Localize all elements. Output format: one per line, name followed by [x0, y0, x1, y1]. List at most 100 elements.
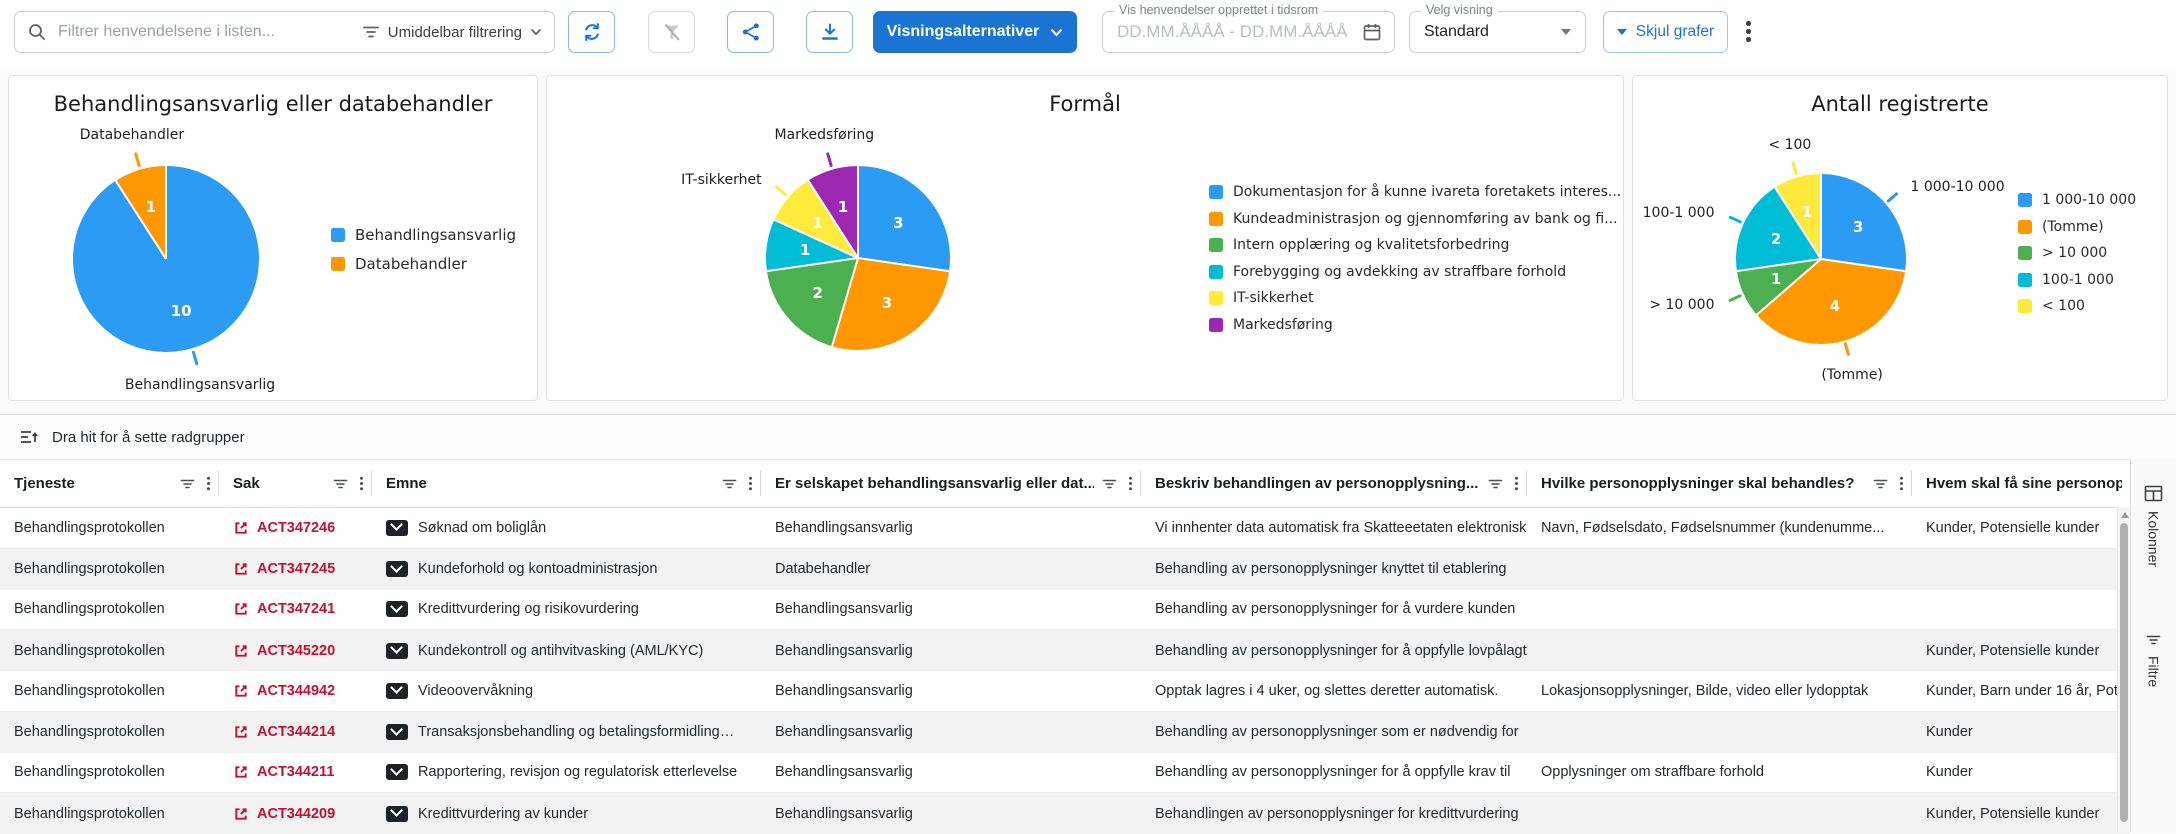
legend-item[interactable]: Forebygging og avdekking av straffbare f…: [1209, 264, 1621, 280]
external-link-icon: [233, 561, 249, 577]
legend-item[interactable]: IT-sikkerhet: [1209, 290, 1621, 306]
legend-item[interactable]: < 100: [2018, 298, 2136, 314]
cell-hvilke: [1527, 793, 1912, 834]
share-icon: [741, 22, 761, 42]
sak-link[interactable]: ACT345220: [233, 643, 335, 659]
legend-swatch: [1209, 185, 1223, 199]
legend-item[interactable]: Dokumentasjon for å kunne ivareta foreta…: [1209, 184, 1621, 200]
cell-beskriv: Behandling av personopplysninger for å o…: [1141, 630, 1527, 671]
column-header-hvilke[interactable]: Hvilke personopplysninger skal behandles…: [1527, 460, 1912, 507]
column-menu-icon[interactable]: [1514, 476, 1519, 491]
column-filter-icon[interactable]: [1873, 477, 1888, 491]
callout-leader-line: [1729, 216, 1742, 224]
legend-label: > 10 000: [2042, 245, 2107, 261]
table-row[interactable]: Behandlingsprotokollen ACT344942 Videoov…: [0, 671, 2130, 712]
column-header-tjeneste[interactable]: Tjeneste: [0, 460, 219, 507]
cell-sak: ACT345220: [219, 630, 372, 671]
choose-view-legend: Velg visning: [1421, 3, 1498, 17]
scrollbar-thumb[interactable]: [2120, 523, 2128, 822]
legend-label: IT-sikkerhet: [1233, 290, 1313, 306]
sidebar-tab-kolonner[interactable]: Kolonner: [2131, 485, 2176, 567]
sak-link[interactable]: ACT344211: [233, 764, 334, 780]
sak-link[interactable]: ACT344209: [233, 806, 335, 822]
column-filter-icon[interactable]: [1488, 477, 1503, 491]
legend-item[interactable]: Databehandler: [331, 255, 516, 273]
legend-item[interactable]: 100-1 000: [2018, 272, 2136, 288]
cell-emne: Kredittvurdering og risikovurdering: [372, 590, 761, 630]
date-range-input[interactable]: [1115, 21, 1362, 43]
callout-leader-line: [192, 351, 199, 366]
legend-item[interactable]: (Tomme): [2018, 219, 2136, 235]
instant-filter-dropdown[interactable]: Umiddelbar filtrering: [362, 24, 542, 41]
cell-hvilke: [1527, 630, 1912, 671]
cell-rolle: Behandlingsansvarlig: [761, 508, 1141, 548]
search-input[interactable]: [56, 22, 362, 42]
column-header-beskriv[interactable]: Beskriv behandlingen av personopplysning…: [1141, 460, 1527, 507]
columns-icon: [2144, 485, 2163, 502]
cell-emne: Kundekontroll og antihvitvasking (AML/KY…: [372, 630, 761, 671]
legend-swatch: [2018, 193, 2032, 207]
column-header-sak[interactable]: Sak: [219, 460, 372, 507]
column-menu-icon[interactable]: [1899, 476, 1904, 491]
slice-value-label: 1: [812, 214, 822, 232]
cell-hvem: Kunder, Potensielle kunder: [1912, 793, 2130, 834]
legend-item[interactable]: Intern opplæring og kvalitetsforbedring: [1209, 237, 1621, 253]
clear-filter-button[interactable]: [648, 11, 695, 53]
column-filter-icon[interactable]: [1102, 477, 1117, 491]
column-header-hvem[interactable]: Hvem skal få sine personopp: [1912, 460, 2130, 507]
sak-link[interactable]: ACT344942: [233, 683, 335, 699]
share-button[interactable]: [727, 11, 774, 53]
table-row[interactable]: Behandlingsprotokollen ACT344214 Transak…: [0, 712, 2130, 753]
table-row[interactable]: Behandlingsprotokollen ACT347246 Søknad …: [0, 508, 2130, 549]
sak-link[interactable]: ACT347246: [233, 520, 335, 536]
view-select[interactable]: Velg visning Standard: [1409, 11, 1586, 53]
column-filter-icon[interactable]: [722, 477, 737, 491]
legend-swatch: [1209, 291, 1223, 305]
table-row[interactable]: Behandlingsprotokollen ACT344209 Kreditt…: [0, 793, 2130, 834]
hide-charts-button[interactable]: Skjul grafer: [1603, 11, 1728, 53]
legend-swatch: [2018, 220, 2032, 234]
sak-link[interactable]: ACT347245: [233, 561, 335, 577]
legend-item[interactable]: Kundeadministrasjon og gjennomføring av …: [1209, 211, 1621, 227]
sak-link[interactable]: ACT347241: [233, 601, 335, 617]
vertical-scrollbar[interactable]: [2117, 507, 2130, 832]
chart-panel-antall: Antall registrerte 341211 000-10 000(Tom…: [1632, 75, 2168, 401]
column-filter-icon[interactable]: [180, 477, 195, 491]
legend-item[interactable]: > 10 000: [2018, 245, 2136, 261]
legend-swatch: [331, 228, 345, 242]
sak-link[interactable]: ACT344214: [233, 724, 335, 740]
cell-beskriv: Behandlingen av personopplysninger for k…: [1141, 793, 1527, 834]
sidebar-tab-filtre[interactable]: Filtre: [2131, 633, 2176, 687]
legend-swatch: [2018, 246, 2032, 260]
calendar-icon[interactable]: [1362, 22, 1382, 42]
table-row[interactable]: Behandlingsprotokollen ACT344211 Rapport…: [0, 753, 2130, 794]
table-row[interactable]: Behandlingsprotokollen ACT345220 Kundeko…: [0, 630, 2130, 671]
cell-tjeneste: Behandlingsprotokollen: [0, 549, 219, 590]
legend-item[interactable]: Behandlingsansvarlig: [331, 226, 516, 244]
instant-filter-label: Umiddelbar filtrering: [388, 24, 522, 41]
view-options-button[interactable]: Visningsalternativer: [873, 11, 1077, 53]
mail-icon: [386, 806, 408, 822]
cell-emne: Kredittvurdering av kunder: [372, 793, 761, 834]
column-header-emne[interactable]: Emne: [372, 460, 761, 507]
legend-item[interactable]: 1 000-10 000: [2018, 192, 2136, 208]
legend-item[interactable]: Markedsføring: [1209, 317, 1621, 333]
slice-value-label: 2: [812, 284, 822, 302]
table-row[interactable]: Behandlingsprotokollen ACT347241 Kreditt…: [0, 590, 2130, 631]
column-menu-icon[interactable]: [1128, 476, 1133, 491]
legend-label: (Tomme): [2042, 219, 2104, 235]
column-menu-icon[interactable]: [748, 476, 753, 491]
legend-label: Forebygging og avdekking av straffbare f…: [1233, 264, 1566, 280]
overflow-menu-button[interactable]: [1746, 21, 1752, 45]
scroll-up-icon[interactable]: [2121, 512, 2129, 518]
refresh-button[interactable]: [568, 11, 615, 53]
row-group-dropzone[interactable]: Dra hit for å sette radgrupper: [0, 415, 2176, 460]
column-header-rolle[interactable]: Er selskapet behandlingsansvarlig eller …: [761, 460, 1141, 507]
column-menu-icon[interactable]: [359, 476, 364, 491]
download-button[interactable]: [806, 11, 853, 53]
column-filter-icon[interactable]: [333, 477, 348, 491]
cell-rolle: Behandlingsansvarlig: [761, 753, 1141, 793]
column-menu-icon[interactable]: [206, 476, 211, 491]
external-link-icon: [233, 520, 249, 536]
table-row[interactable]: Behandlingsprotokollen ACT347245 Kundefo…: [0, 549, 2130, 590]
